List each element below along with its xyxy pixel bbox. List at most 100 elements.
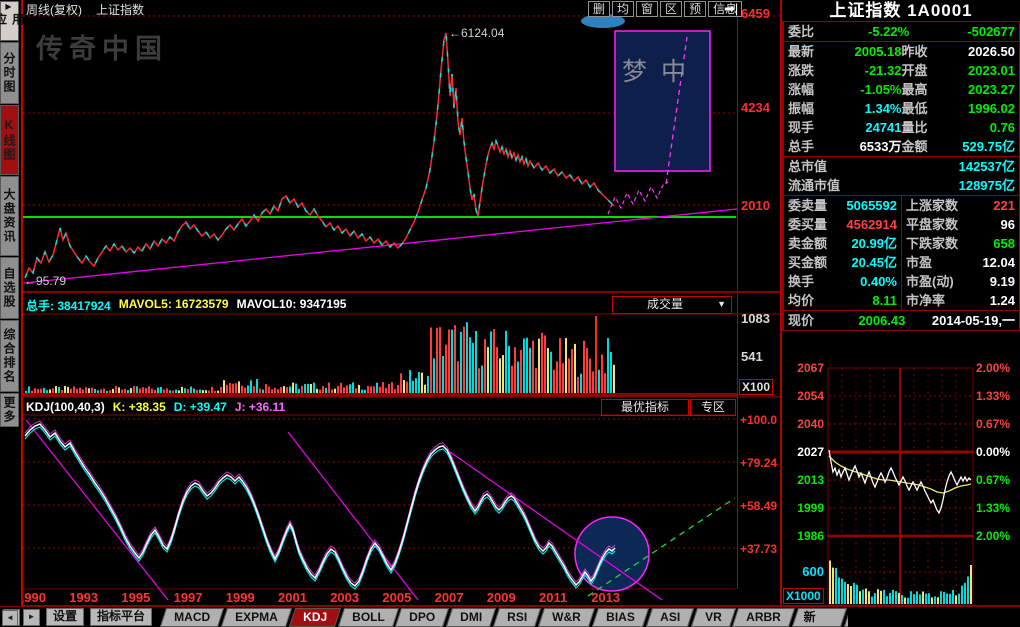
settings-button[interactable]: 设置: [46, 608, 84, 626]
quote-label: 平盘家数: [906, 215, 968, 234]
indicator-tab-bias[interactable]: BIAS: [592, 608, 649, 627]
indicator-platform-button[interactable]: 指标平台: [90, 608, 152, 626]
quote-row: 涨跌-21.32开盘2023.01: [784, 61, 1019, 80]
sidebar-item-4[interactable]: 大盘资讯: [0, 176, 19, 256]
indicator-tab-w&r[interactable]: W&R: [538, 608, 595, 627]
indicator-tab-rsi[interactable]: RSI: [493, 608, 541, 627]
quote-cell: 下跌家数658: [901, 234, 1015, 253]
indicator-tab-asi[interactable]: ASI: [646, 608, 694, 627]
year-label: 1999: [226, 590, 255, 605]
volume-header-part: MAVOL10: 9347195: [237, 297, 347, 314]
quote-value: 8.11: [842, 291, 897, 310]
quote-row: 振幅1.34%最低1996.02: [784, 99, 1019, 118]
best-indicator-button[interactable]: 最优指标: [601, 399, 689, 416]
intraday-scale-label: X1000: [783, 588, 824, 604]
price-label: 现价: [788, 311, 814, 330]
sidebar-item-5[interactable]: 自选股: [0, 257, 19, 319]
quote-value: 2026.50: [956, 42, 1016, 61]
quote-value: 20.45亿: [842, 253, 897, 272]
quote-label: 总手: [788, 137, 842, 156]
volume-header: 总手: 38417924 MAVOL5: 16723579 MAVOL10: 934…: [26, 297, 346, 314]
quote-value: 128975亿: [840, 176, 1015, 195]
quote-value: 2005.18: [842, 42, 902, 61]
volume-header-part: MAVOL5: 16723579: [119, 297, 229, 314]
quote-value: 20.99亿: [842, 234, 897, 253]
window-button-1[interactable]: 删: [588, 1, 610, 17]
volume-indicator-dropdown[interactable]: 成交量▼: [612, 296, 732, 314]
year-label: 2001: [278, 590, 307, 605]
window-button-2[interactable]: 均: [612, 1, 634, 17]
window-button-3[interactable]: 窗: [636, 1, 658, 17]
indicator-tab-kdj[interactable]: KDJ: [289, 608, 341, 627]
kdj-axis-label: +58.49: [740, 499, 782, 513]
zone-button[interactable]: 专区: [690, 399, 736, 416]
quote-cell: 涨跌-21.32: [788, 61, 902, 80]
quote-value: 24741: [842, 118, 902, 137]
indicator-tab-新dma[interactable]: 新DMA: [792, 608, 848, 627]
window-button-4[interactable]: 区: [660, 1, 682, 17]
weibi-row: 委比 -5.22% -502677: [784, 22, 1019, 41]
year-label: 1993: [69, 590, 98, 605]
quote-row: 委卖量5065592上涨家数221: [784, 196, 1019, 215]
quote-value: 96: [968, 215, 1015, 234]
quote-cell: 委买量4562914: [788, 215, 897, 234]
volume-scale-label: X100: [739, 379, 773, 395]
indicator-tab-arbr[interactable]: ARBR: [732, 608, 795, 627]
year-label: 1995: [121, 590, 150, 605]
sidebar-item-7[interactable]: 更多: [0, 393, 19, 427]
quote-cell: 最低1996.02: [902, 99, 1016, 118]
peak-price-label: ←6124.04: [449, 26, 504, 40]
in-left-label: 2013: [780, 473, 824, 487]
in-right-label: 2.00%: [976, 529, 1020, 543]
quote-cell: 量比0.76: [902, 118, 1016, 137]
sidebar-item-3[interactable]: K线图: [0, 105, 19, 175]
left-sidebar: ▶应用分时图K线图大盘资讯自选股综合排名更多: [0, 0, 23, 606]
in-right-label: 0.67%: [976, 473, 1020, 487]
quote-value: 9.19: [968, 272, 1015, 291]
low-price-label: ←95.79: [24, 274, 66, 288]
quote-value: -1.05%: [842, 80, 902, 99]
in-left-label: 2027: [780, 445, 824, 459]
quote-value: 1.34%: [842, 99, 902, 118]
indicator-tab-vr[interactable]: VR: [691, 608, 736, 627]
current-price-row: 现价 2006.43 2014-05-19,一: [784, 310, 1019, 330]
quote-label: 最高: [902, 80, 956, 99]
sidebar-item-2[interactable]: 分时图: [0, 42, 19, 104]
sidebar-item-1[interactable]: ▶应用: [0, 1, 19, 41]
collapse-panel-button[interactable]: ➡|: [724, 1, 738, 17]
quote-cell: 卖金额20.99亿: [788, 234, 897, 253]
indicator-tab-dpo[interactable]: DPO: [395, 608, 449, 627]
quote-label: 市盈: [906, 253, 968, 272]
quote-row: 最新2005.18昨收2026.50: [784, 42, 1019, 61]
scroll-right-button[interactable]: ►: [23, 609, 40, 626]
main-axis-label: 6459: [741, 6, 781, 21]
in-right-label: 1.33%: [976, 389, 1020, 403]
quote-value: -21.32: [842, 61, 902, 80]
year-label: 2009: [487, 590, 516, 605]
quote-label: 现手: [788, 118, 842, 137]
quote-cell: 上涨家数221: [901, 196, 1015, 215]
quote-cell: 金额529.75亿: [902, 137, 1016, 156]
kdj-header: KDJ(100,40,3)K: +38.35D: +39.47J: +36.11: [26, 400, 285, 414]
sidebar-item-6[interactable]: 综合排名: [0, 320, 19, 392]
volume-header-part: 总手: 38417924: [26, 297, 111, 314]
in-right-label: 0.67%: [976, 417, 1020, 431]
indicator-tab-boll[interactable]: BOLL: [338, 608, 399, 627]
indicator-tab-dmi[interactable]: DMI: [446, 608, 496, 627]
volume-dropdown-label: 成交量: [647, 297, 683, 311]
indicator-tab-expma[interactable]: EXPMA: [221, 608, 292, 627]
quote-label: 卖金额: [788, 234, 842, 253]
kdj-axis-label: +79.24: [740, 456, 782, 470]
quote-cell: 买金额20.45亿: [788, 253, 897, 272]
kdj-axis-label: +100.0: [740, 413, 782, 427]
period-label: 周线(复权): [26, 3, 82, 17]
play-icon: ▶: [5, 2, 13, 11]
quote-row: 现手24741量比0.76: [784, 118, 1019, 137]
sidebar-collapse-button[interactable]: ◄: [2, 610, 18, 626]
window-button-5[interactable]: 预: [684, 1, 706, 17]
indicator-tab-macd[interactable]: MACD: [160, 608, 224, 627]
dream-annotation-text: 梦中: [622, 52, 700, 88]
year-label: 2007: [435, 590, 464, 605]
kdj-header-part: J: +36.11: [235, 400, 285, 414]
quote-value: 0.40%: [842, 272, 897, 291]
